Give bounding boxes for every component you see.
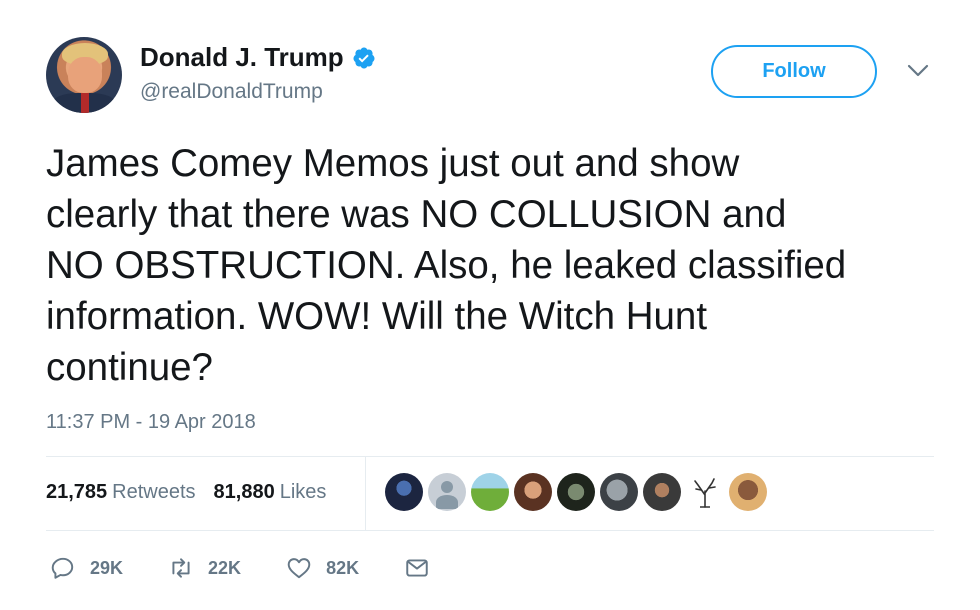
liker-avatar[interactable] xyxy=(557,473,595,511)
retweet-count: 22K xyxy=(208,557,242,578)
retweets-label[interactable]: Retweets xyxy=(112,481,195,504)
tweet-stats: 21,785 Retweets 81,880 Likes xyxy=(46,481,326,504)
like-count: 82K xyxy=(326,557,360,578)
liker-avatar[interactable] xyxy=(643,473,681,511)
tweet-text: James Comey Memos just out and show clea… xyxy=(46,142,847,389)
like-button[interactable]: 82K xyxy=(286,555,359,581)
reply-button[interactable]: 29K xyxy=(50,555,123,581)
reply-count: 29K xyxy=(90,557,124,578)
retweet-button[interactable]: 22K xyxy=(168,555,241,581)
retweet-icon xyxy=(172,558,190,578)
direct-message-button[interactable] xyxy=(404,555,430,581)
likes-label[interactable]: Likes xyxy=(280,481,327,504)
liker-avatar[interactable] xyxy=(686,473,724,511)
follow-button[interactable]: Follow xyxy=(711,45,877,98)
liker-avatar[interactable] xyxy=(428,473,466,511)
author-avatar[interactable] xyxy=(46,37,122,113)
heart-icon xyxy=(287,558,311,579)
likes-count[interactable]: 81,880 xyxy=(214,481,275,504)
tweet-actions: 29K 22K 82K xyxy=(50,555,475,581)
liker-avatar[interactable] xyxy=(729,473,767,511)
envelope-icon xyxy=(406,559,428,577)
chevron-down-icon[interactable] xyxy=(906,62,930,80)
divider-top xyxy=(46,456,934,457)
liker-avatars xyxy=(385,473,767,511)
liker-avatar[interactable] xyxy=(385,473,423,511)
divider-bottom xyxy=(46,530,934,531)
retweets-count[interactable]: 21,785 xyxy=(46,481,107,504)
liker-avatar[interactable] xyxy=(471,473,509,511)
verified-badge-icon xyxy=(353,47,375,68)
liker-avatar[interactable] xyxy=(514,473,552,511)
author-handle[interactable]: @realDonaldTrump xyxy=(140,80,323,104)
author-name-row: Donald J. Trump xyxy=(140,42,376,73)
liker-avatar[interactable] xyxy=(600,473,638,511)
reply-icon xyxy=(51,557,74,579)
tweet-timestamp[interactable]: 11:37 PM - 19 Apr 2018 xyxy=(46,411,256,434)
author-display-name[interactable]: Donald J. Trump xyxy=(140,42,344,73)
stats-vertical-divider xyxy=(365,456,366,530)
